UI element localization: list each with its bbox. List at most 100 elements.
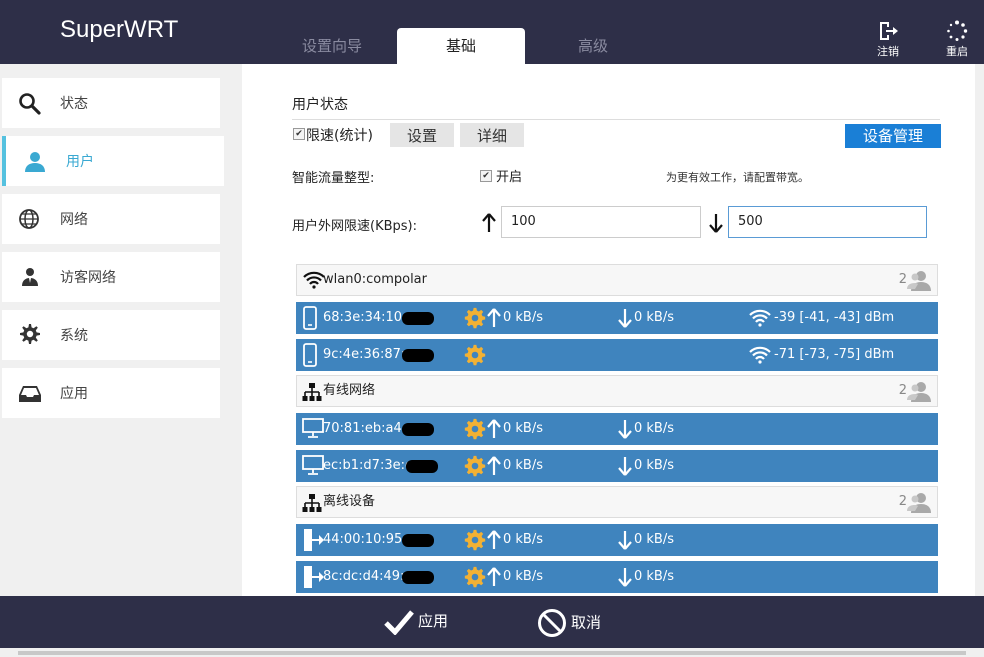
device-row[interactable]: 68:3e:34:10: 0 kB/s 0 kB/s -39 [-41, -43… (296, 302, 938, 334)
arrow-up-icon (487, 529, 501, 549)
sidebar-item-label: 访客网络 (60, 270, 116, 286)
device-row[interactable]: 44:00:10:95: 0 kB/s 0 kB/s (296, 524, 938, 556)
device-mac: 9c:4e:36:87: (323, 347, 406, 362)
upload-rate-value: 0 kB/s (503, 532, 544, 547)
horizontal-scrollbar-thumb[interactable] (18, 651, 966, 655)
sidebar-item-label: 用户 (66, 154, 94, 170)
device-mac: 68:3e:34:10: (323, 310, 407, 325)
footer-bar: 应用 取消 (0, 596, 984, 648)
sidebar-item-label: 网络 (60, 212, 88, 228)
horizontal-scrollbar[interactable] (0, 648, 984, 657)
device-manage-button[interactable]: 设备管理 (845, 124, 941, 148)
vertical-scrollbar[interactable] (975, 64, 984, 596)
smart-shaping-checkbox[interactable]: ✔ (480, 170, 492, 182)
rate-limit-checkbox[interactable]: ✔ (293, 128, 305, 140)
sidebar: 状态 用户 网络 访客网络 系统 应用 (0, 64, 242, 596)
signal-value: -39 [-41, -43] dBm (774, 310, 895, 325)
device-row[interactable]: 70:81:eb:a4: 0 kB/s 0 kB/s (296, 413, 938, 445)
phone-icon (303, 306, 317, 330)
group-header-offline[interactable]: 离线设备 2 (296, 486, 938, 518)
network-icon (302, 383, 322, 401)
sidebar-item-label: 系统 (60, 328, 88, 344)
sidebar-item-label: 状态 (60, 96, 88, 112)
tab-advanced[interactable]: 高级 (529, 28, 657, 64)
apply-label: 应用 (418, 612, 449, 630)
sidebar-item-guest-network[interactable]: 访客网络 (2, 252, 220, 302)
gear-icon[interactable] (464, 566, 486, 588)
device-row[interactable]: ec:b1:d7:3e:c 0 kB/s 0 kB/s (296, 450, 938, 482)
device-row[interactable]: 9c:4e:36:87: -71 [-73, -75] dBm (296, 339, 938, 371)
group-name: wlan0:compolar (323, 272, 427, 287)
group-header-wlan[interactable]: wlan0:compolar 2 (296, 264, 938, 296)
redaction-mark (402, 349, 434, 362)
arrow-up-icon (487, 455, 501, 475)
gear-icon[interactable] (464, 344, 486, 366)
download-rate-value: 0 kB/s (634, 458, 675, 473)
globe-icon (19, 209, 39, 229)
signal-strength: -71 [-73, -75] dBm (748, 339, 894, 371)
down-limit-input[interactable]: 500 (728, 206, 927, 238)
gear-icon[interactable] (464, 455, 486, 477)
phone-icon (303, 343, 317, 367)
settings-button[interactable]: 设置 (390, 123, 454, 147)
bandwidth-hint: 为更有效工作，请配置带宽。 (666, 171, 809, 184)
redaction-mark (406, 460, 438, 473)
upload-rate-value: 0 kB/s (503, 458, 544, 473)
sidebar-item-users[interactable]: 用户 (2, 136, 224, 186)
device-row[interactable]: 8c:dc:d4:49: 0 kB/s 0 kB/s (296, 561, 938, 593)
users-icon (907, 382, 931, 402)
users-icon (907, 271, 931, 291)
tab-basic[interactable]: 基础 (397, 28, 525, 64)
guest-icon (22, 268, 38, 286)
redaction-mark (402, 312, 434, 325)
sidebar-item-status[interactable]: 状态 (2, 78, 220, 128)
group-header-wired[interactable]: 有线网络 2 (296, 375, 938, 407)
user-icon (25, 152, 45, 172)
download-rate: 0 kB/s (618, 561, 674, 593)
reboot-icon (947, 20, 968, 41)
upload-rate: 0 kB/s (487, 561, 543, 593)
gear-icon[interactable] (464, 418, 486, 440)
reboot-button[interactable]: 重启 (937, 20, 977, 59)
wifi-icon (749, 309, 771, 327)
download-rate: 0 kB/s (618, 524, 674, 556)
signal-value: -71 [-73, -75] dBm (774, 347, 895, 362)
limit-label: 用户外网限速(KBps): (292, 219, 417, 234)
sidebar-item-system[interactable]: 系统 (2, 310, 220, 360)
signal-strength: -39 [-41, -43] dBm (748, 302, 894, 334)
inbox-icon (19, 386, 41, 402)
upload-rate: 0 kB/s (487, 450, 543, 482)
app-title: SuperWRT (60, 16, 179, 43)
download-rate: 0 kB/s (618, 450, 674, 482)
gear-icon (20, 324, 40, 344)
gear-icon[interactable] (464, 529, 486, 551)
offline-device-icon (304, 566, 324, 588)
main-panel: 用户状态 ✔ 限速(统计) 设置 详细 设备管理 智能流量整型: ✔ 开启 为更… (242, 64, 984, 596)
cancel-button[interactable]: 取消 (537, 608, 601, 638)
arrow-up-icon (487, 566, 501, 586)
top-bar: SuperWRT 设置向导 基础 高级 注销 重启 (0, 0, 984, 64)
users-icon (907, 493, 931, 513)
logout-label: 注销 (877, 45, 899, 58)
tab-setup-wizard[interactable]: 设置向导 (268, 28, 396, 64)
upload-rate: 0 kB/s (487, 413, 543, 445)
monitor-icon (302, 418, 324, 438)
sidebar-item-apps[interactable]: 应用 (2, 368, 220, 418)
device-mac: 8c:dc:d4:49: (323, 569, 405, 584)
logout-button[interactable]: 注销 (868, 20, 908, 59)
reboot-label: 重启 (946, 45, 968, 58)
smart-shaping-enable-label: 开启 (496, 170, 523, 185)
gear-icon[interactable] (464, 307, 486, 329)
sidebar-item-network[interactable]: 网络 (2, 194, 220, 244)
up-limit-input[interactable]: 100 (501, 206, 701, 238)
group-name: 有线网络 (323, 383, 376, 398)
apply-button[interactable]: 应用 (384, 608, 449, 636)
redaction-mark (402, 571, 434, 584)
arrow-down-icon (618, 530, 632, 550)
cancel-icon (538, 609, 566, 637)
offline-device-icon (304, 529, 324, 551)
details-button[interactable]: 详细 (460, 123, 524, 147)
group-count: 2 (898, 272, 907, 287)
arrow-up-icon (487, 418, 501, 438)
upload-rate-value: 0 kB/s (503, 421, 544, 436)
